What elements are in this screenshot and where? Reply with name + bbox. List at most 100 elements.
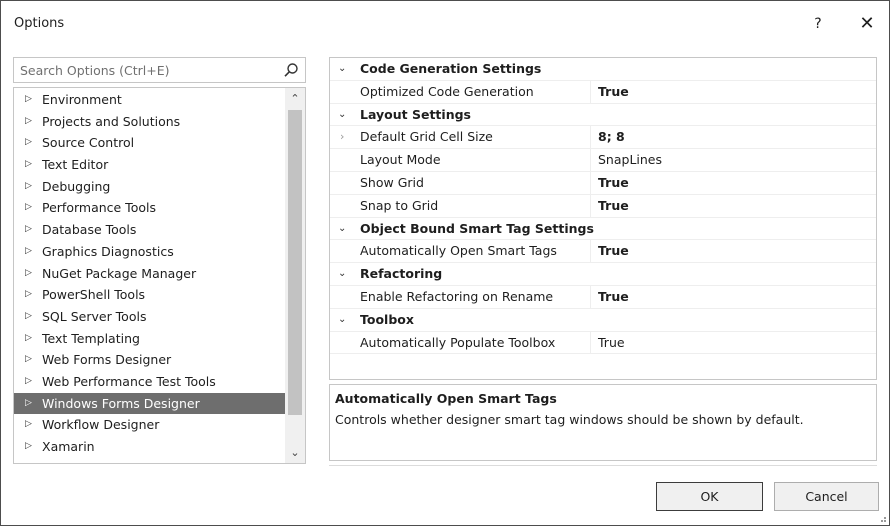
property-grid-rows: ⌄ Code Generation Settings Optimized Code … xyxy=(330,58,876,355)
tree-item[interactable]: ▷ Source Control xyxy=(14,132,286,154)
expand-arrow-icon[interactable]: ▷ xyxy=(25,393,35,415)
tree-item[interactable]: ▷ Web Forms Designer xyxy=(14,349,286,371)
expand-arrow-icon[interactable]: ▷ xyxy=(25,284,35,306)
description-panel: Automatically Open Smart Tags Controls w… xyxy=(329,384,877,461)
category-row[interactable]: ⌄ Toolbox xyxy=(330,309,876,332)
property-value[interactable]: True xyxy=(598,172,868,195)
tree-item-label: Performance Tools xyxy=(42,200,156,216)
property-row[interactable]: › Default Grid Cell Size 8; 8 xyxy=(330,126,876,150)
tree-item-label: Environment xyxy=(42,92,122,107)
expand-arrow-icon[interactable]: ▷ xyxy=(25,436,35,458)
title-bar: Options ? ✕ xyxy=(1,1,889,41)
tree-item-label: Text Templating xyxy=(42,330,140,346)
collapse-chevron-icon[interactable]: ⌄ xyxy=(338,104,350,127)
category-label: Code Generation Settings xyxy=(360,61,542,76)
category-row[interactable]: ⌄ Object Bound Smart Tag Settings xyxy=(330,218,876,241)
expand-arrow-icon[interactable]: ▷ xyxy=(25,458,35,464)
property-row[interactable]: Automatically Populate Toolbox True xyxy=(330,331,876,355)
expand-arrow-icon[interactable]: ▷ xyxy=(25,89,35,111)
tree-item-label: SQL Server Tools xyxy=(42,308,147,324)
tree-item[interactable]: ▷ Windows Forms Designer xyxy=(14,392,286,415)
expand-arrow-icon[interactable]: ▷ xyxy=(25,197,35,219)
expand-arrow-icon[interactable]: ▷ xyxy=(25,414,35,436)
tree-item[interactable]: ▷ NuGet Package Manager xyxy=(14,263,286,285)
ok-button[interactable]: OK xyxy=(656,482,763,511)
property-name: Show Grid xyxy=(360,174,424,190)
expand-arrow-icon[interactable]: ▷ xyxy=(25,328,35,350)
expand-arrow-icon[interactable]: ▷ xyxy=(25,132,35,154)
tree-item[interactable]: ▷ Performance Tools xyxy=(14,197,286,219)
expand-arrow-icon[interactable]: ▷ xyxy=(25,306,35,328)
tree-item-label: Workflow Designer xyxy=(42,417,160,433)
tree-item-label: Projects and Solutions xyxy=(42,113,181,129)
property-row[interactable]: Show Grid True xyxy=(330,171,876,195)
options-tree-list: ▷ Environment ▷ Projects and Solutions ▷ Sour… xyxy=(14,89,286,464)
category-row[interactable]: ⌄ Code Generation Settings xyxy=(330,58,876,81)
tree-item-label: NuGet Package Manager xyxy=(42,265,197,281)
expand-arrow-icon[interactable]: ▷ xyxy=(25,263,35,285)
property-row[interactable]: Layout Mode SnapLines xyxy=(330,149,876,172)
scroll-down-arrow-icon[interactable]: ⌄ xyxy=(285,443,305,463)
expand-arrow-icon[interactable]: ▷ xyxy=(25,241,35,263)
column-divider xyxy=(590,80,591,103)
property-value[interactable]: True xyxy=(598,81,868,104)
expand-arrow-icon[interactable]: ▷ xyxy=(25,176,35,198)
expand-arrow-icon[interactable]: ▷ xyxy=(25,371,35,393)
close-button[interactable]: ✕ xyxy=(853,11,881,37)
property-row[interactable]: Automatically Open Smart Tags True xyxy=(330,240,876,264)
search-input[interactable] xyxy=(14,58,276,82)
property-value[interactable]: SnapLines xyxy=(598,149,868,172)
expand-arrow-icon[interactable]: ▷ xyxy=(25,349,35,371)
tree-item[interactable]: ▷ Debugging xyxy=(14,176,286,198)
property-row[interactable]: Optimized Code Generation True xyxy=(330,80,876,104)
options-dialog: Options ? ✕ ▷ Environment ▷ Projects and So… xyxy=(0,0,890,526)
property-value[interactable]: True xyxy=(598,332,868,355)
collapse-chevron-icon[interactable]: ⌄ xyxy=(338,309,350,332)
tree-item[interactable]: ▷ Database Tools xyxy=(14,219,286,241)
property-row[interactable]: Snap to Grid True xyxy=(330,194,876,218)
expand-chevron-icon[interactable]: › xyxy=(340,126,352,149)
property-name: Layout Mode xyxy=(360,152,441,168)
tree-item[interactable]: ▷ SQL Server Tools xyxy=(14,306,286,328)
category-label: Layout Settings xyxy=(360,106,471,122)
column-divider xyxy=(590,149,591,171)
property-row[interactable]: Enable Refactoring on Rename True xyxy=(330,285,876,309)
collapse-chevron-icon[interactable]: ⌄ xyxy=(338,263,350,286)
search-icon[interactable] xyxy=(283,62,299,78)
collapse-chevron-icon[interactable]: ⌄ xyxy=(338,58,350,81)
help-button[interactable]: ? xyxy=(806,12,830,36)
tree-item-label: Source Control xyxy=(42,135,135,151)
scroll-up-arrow-icon[interactable]: ⌃ xyxy=(285,88,305,108)
tree-item[interactable]: ▷ Environment xyxy=(14,89,286,111)
description-text: Controls whether designer smart tag wind… xyxy=(335,412,804,427)
resize-grip-icon[interactable] xyxy=(877,513,887,523)
expand-arrow-icon[interactable]: ▷ xyxy=(25,219,35,241)
property-value[interactable]: True xyxy=(598,240,868,263)
expand-arrow-icon[interactable]: ▷ xyxy=(25,154,35,176)
tree-item[interactable]: ▷ Projects and Solutions xyxy=(14,111,286,133)
tree-item[interactable]: ▷ Graphics Diagnostics xyxy=(14,241,286,263)
tree-scrollbar[interactable]: ⌃ ⌄ xyxy=(285,88,305,463)
tree-item[interactable]: ▷ Web Performance Test Tools xyxy=(14,371,286,393)
tree-item[interactable]: ▷ Xamarin xyxy=(14,436,286,458)
tree-item-label: Web Forms Designer xyxy=(42,352,172,368)
tree-item[interactable]: ▷ PowerShell Tools xyxy=(14,284,286,306)
property-value[interactable]: True xyxy=(598,286,868,309)
property-value[interactable]: True xyxy=(598,195,868,218)
property-value[interactable]: 8; 8 xyxy=(598,126,868,149)
tree-item-label: Debugging xyxy=(42,178,111,194)
scrollbar-thumb[interactable] xyxy=(288,110,302,415)
category-row[interactable]: ⌄ Layout Settings xyxy=(330,104,876,127)
options-tree: ▷ Environment ▷ Projects and Solutions ▷ Sour… xyxy=(13,87,306,464)
tree-item[interactable]: ▷ XAML Designer xyxy=(14,458,286,464)
tree-item[interactable]: ▷ Text Templating xyxy=(14,328,286,350)
tree-item[interactable]: ▷ Text Editor xyxy=(14,154,286,176)
cancel-button[interactable]: Cancel xyxy=(774,482,879,511)
tree-item[interactable]: ▷ Workflow Designer xyxy=(14,414,286,436)
collapse-chevron-icon[interactable]: ⌄ xyxy=(338,218,350,241)
expand-arrow-icon[interactable]: ▷ xyxy=(25,111,35,133)
property-name: Snap to Grid xyxy=(360,197,439,213)
tree-item-label: Text Editor xyxy=(42,157,109,173)
category-label: Toolbox xyxy=(360,311,414,327)
category-row[interactable]: ⌄ Refactoring xyxy=(330,263,876,286)
